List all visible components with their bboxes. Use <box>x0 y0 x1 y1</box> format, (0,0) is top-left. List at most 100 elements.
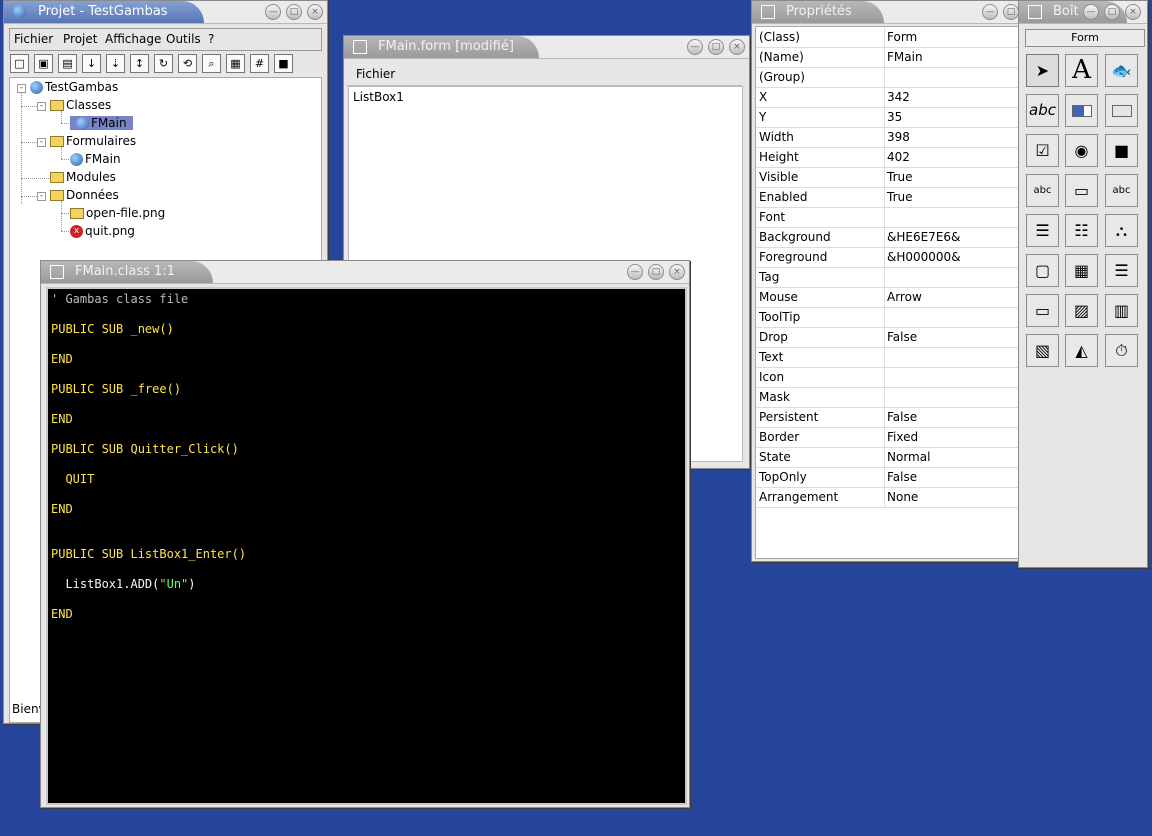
tree-data-open-file[interactable]: open-file.png <box>70 205 165 222</box>
property-row[interactable]: State Normal <box>756 447 1021 468</box>
property-value[interactable]: 35 <box>887 110 902 124</box>
property-value[interactable]: Arrow <box>887 290 922 304</box>
property-row[interactable]: (Group) <box>756 67 1021 88</box>
frame-tool-icon[interactable]: ▭ <box>1026 294 1059 327</box>
maximize-icon[interactable]: □ <box>1104 4 1120 20</box>
menu-outils[interactable]: Outils <box>166 32 201 46</box>
property-row[interactable]: (Class) Form <box>756 27 1021 48</box>
treeview-tool-icon[interactable]: ⛬ <box>1105 214 1138 247</box>
loop-icon[interactable]: ⟲ <box>178 54 197 73</box>
property-row[interactable]: Icon <box>756 367 1021 388</box>
timer-tool-icon[interactable]: ⏱ <box>1105 334 1138 367</box>
tree-classes[interactable]: Classes <box>50 97 111 114</box>
property-row[interactable]: Font <box>756 207 1021 228</box>
search-icon[interactable]: ⌕ <box>202 54 221 73</box>
expand-data-icon[interactable]: - <box>37 192 46 201</box>
maximize-icon[interactable]: □ <box>286 4 302 20</box>
minimize-icon[interactable]: — <box>627 264 643 280</box>
property-value[interactable]: None <box>887 490 918 504</box>
property-value[interactable]: False <box>887 470 917 484</box>
property-row[interactable]: Width 398 <box>756 127 1021 148</box>
save-icon[interactable]: ▤ <box>58 54 77 73</box>
columnview-tool-icon[interactable]: ☰ <box>1105 254 1138 287</box>
property-row[interactable]: Y 35 <box>756 107 1021 128</box>
toolbox-titlebar[interactable]: Boît — □ × <box>1019 1 1147 24</box>
toggle-tool-icon[interactable]: ■ <box>1105 134 1138 167</box>
radio-tool-icon[interactable]: ◉ <box>1065 134 1098 167</box>
menu-fichier[interactable]: Fichier <box>14 32 53 46</box>
property-row[interactable]: Mouse Arrow <box>756 287 1021 308</box>
code-editor[interactable]: ' Gambas class file PUBLIC SUB _new() EN… <box>46 287 687 805</box>
property-row[interactable]: Text <box>756 347 1021 368</box>
property-value[interactable]: FMain <box>887 50 923 64</box>
property-value[interactable]: Fixed <box>887 430 918 444</box>
gridview-tool-icon[interactable]: ▦ <box>1065 254 1098 287</box>
property-row[interactable]: Enabled True <box>756 187 1021 208</box>
checkbox-tool-icon[interactable]: ☑ <box>1026 134 1059 167</box>
property-grid[interactable]: (Class) Form (Name) FMain (Group) X 342 Y 35 Widt… <box>755 26 1022 559</box>
property-value[interactable]: False <box>887 330 917 344</box>
maximize-icon[interactable]: □ <box>1003 4 1019 20</box>
textarea-tool-icon[interactable]: abc <box>1105 174 1138 207</box>
property-row[interactable]: Tag <box>756 267 1021 288</box>
close-icon[interactable]: × <box>729 39 745 55</box>
property-value[interactable]: &HE6E7E6& <box>887 230 960 244</box>
property-row[interactable]: Mask <box>756 387 1021 408</box>
pointer-tool-icon[interactable]: ➤ <box>1026 54 1059 87</box>
maximize-icon[interactable]: □ <box>648 264 664 280</box>
properties-icon[interactable]: ▦ <box>226 54 245 73</box>
grid-icon[interactable]: # <box>250 54 269 73</box>
maximize-icon[interactable]: □ <box>708 39 724 55</box>
sort-icon[interactable]: ↕ <box>130 54 149 73</box>
property-value[interactable]: 398 <box>887 130 910 144</box>
property-value[interactable]: True <box>887 170 913 184</box>
iconview-tool-icon[interactable]: ▢ <box>1026 254 1059 287</box>
tree-form-fmain[interactable]: FMain <box>70 151 121 168</box>
property-row[interactable]: Background &HE6E7E6& <box>756 227 1021 248</box>
tree-root[interactable]: TestGambas <box>30 79 118 96</box>
textlabel-tool-icon[interactable]: abc <box>1026 94 1059 127</box>
property-row[interactable]: Arrangement None <box>756 487 1021 508</box>
property-row[interactable]: ToolTip <box>756 307 1021 328</box>
property-row[interactable]: TopOnly False <box>756 467 1021 488</box>
new-file-icon[interactable]: □ <box>10 54 29 73</box>
open-folder-icon[interactable]: ▣ <box>34 54 53 73</box>
menu-affichage[interactable]: Affichage <box>105 32 161 46</box>
close-icon[interactable]: × <box>1125 4 1141 20</box>
property-row[interactable]: X 342 <box>756 87 1021 108</box>
terminal-icon[interactable]: ■ <box>274 54 293 73</box>
listview-tool-icon[interactable]: ☷ <box>1065 214 1098 247</box>
label-tool-icon[interactable]: A <box>1065 54 1098 87</box>
minimize-icon[interactable]: — <box>1083 4 1099 20</box>
close-icon[interactable]: × <box>669 264 685 280</box>
property-value[interactable]: Form <box>887 30 917 44</box>
tree-data-quit[interactable]: x quit.png <box>70 223 135 240</box>
property-row[interactable]: Foreground &H000000& <box>756 247 1021 268</box>
property-value[interactable]: 342 <box>887 90 910 104</box>
tree-modules[interactable]: Modules <box>50 169 116 186</box>
combobox-tool-icon[interactable]: ▭ <box>1065 174 1098 207</box>
tabstrip-tool-icon[interactable]: ▥ <box>1105 294 1138 327</box>
form-menu-fichier[interactable]: Fichier <box>356 67 395 81</box>
form-menu-strip[interactable]: Fichier <box>346 62 742 86</box>
menu-help[interactable]: ? <box>208 32 214 46</box>
minimize-icon[interactable]: — <box>265 4 281 20</box>
panel-tool-icon[interactable]: ▨ <box>1065 294 1098 327</box>
property-row[interactable]: Visible True <box>756 167 1021 188</box>
form-titlebar[interactable]: FMain.form [modifié] — □ × <box>344 36 749 59</box>
expand-forms-icon[interactable]: - <box>37 138 46 147</box>
project-titlebar[interactable]: Projet - TestGambas — □ × <box>4 1 327 24</box>
double-down-icon[interactable]: ⇣ <box>106 54 125 73</box>
textbox-tool-icon[interactable]: abc <box>1026 174 1059 207</box>
drawingarea-tool-icon[interactable]: ◭ <box>1065 334 1098 367</box>
scrollview-tool-icon[interactable]: ▧ <box>1026 334 1059 367</box>
expand-classes-icon[interactable]: - <box>37 102 46 111</box>
property-value[interactable]: 402 <box>887 150 910 164</box>
minimize-icon[interactable]: — <box>982 4 998 20</box>
properties-titlebar[interactable]: Propriétés — □ <box>752 1 1023 24</box>
menu-projet[interactable]: Projet <box>63 32 97 46</box>
property-row[interactable]: Border Fixed <box>756 427 1021 448</box>
step-icon[interactable]: ↻ <box>154 54 173 73</box>
tree-class-fmain[interactable]: FMain <box>70 115 133 132</box>
down-arrow-icon[interactable]: ↓ <box>82 54 101 73</box>
